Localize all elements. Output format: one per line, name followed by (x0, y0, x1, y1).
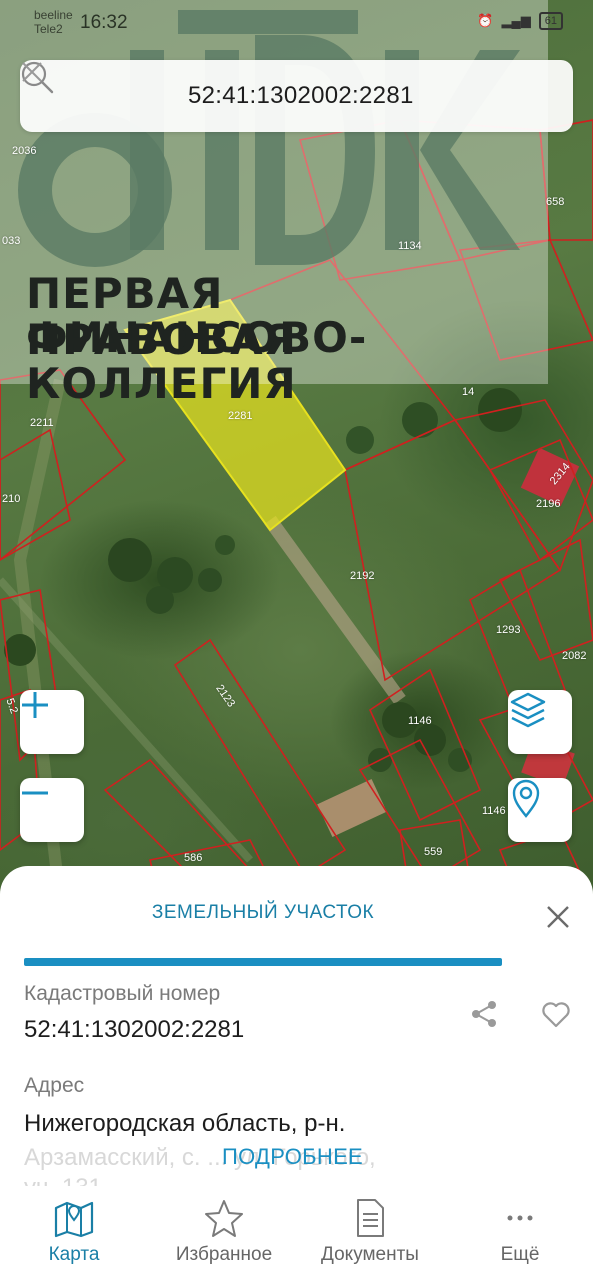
plot-label: 2082 (562, 650, 587, 662)
clock: 16:32 (80, 12, 128, 33)
nav-label: Документы (321, 1244, 419, 1265)
sheet-title: ЗЕМЕЛЬНЫЙ УЧАСТОК (151, 902, 375, 923)
battery-icon: 61 (538, 12, 563, 30)
plot-label: 658 (546, 196, 565, 208)
more-details-button[interactable]: ПОДРОБНЕЕ (222, 1144, 363, 1170)
search-input[interactable]: 52:41:1302002:2281 (188, 82, 414, 110)
location-pin-icon (512, 779, 540, 818)
heart-icon[interactable] (540, 998, 572, 1030)
share-icon[interactable] (468, 998, 500, 1030)
zoom-in-button[interactable] (20, 690, 84, 754)
layers-button[interactable] (508, 690, 572, 754)
plot-label: 1146 (482, 805, 506, 817)
plot-label: 210 (2, 493, 21, 505)
address-label: Адрес (24, 1074, 85, 1097)
carrier-1: beeline (34, 8, 73, 22)
nav-item-favorites[interactable]: Избранное (154, 1196, 294, 1266)
plot-label: 586 (184, 852, 203, 864)
plot-label: 2192 (350, 570, 375, 582)
layers-icon (510, 692, 546, 728)
address-line-3: уч. 131 (24, 1174, 102, 1186)
signal-icon: ▂▄▆ (501, 13, 531, 28)
cadastral-number-value: 52:41:1302002:2281 (24, 1016, 245, 1043)
plot-label: 559 (424, 846, 443, 858)
status-bar: beeline Tele2 16:32 ⏰ ▂▄▆ 61 (0, 0, 593, 44)
my-location-button[interactable] (508, 778, 572, 842)
plot-label: 2211 (30, 417, 54, 429)
close-icon[interactable] (20, 60, 44, 84)
plot-label: 1293 (496, 624, 521, 636)
details-sheet[interactable]: ЗЕМЕЛЬНЫЙ УЧАСТОК Кадастровый номер 52:4… (0, 866, 593, 1186)
plot-label: 2196 (536, 498, 561, 510)
map-icon (54, 1201, 94, 1238)
nav-label: Карта (48, 1244, 100, 1265)
status-icons: ⏰ ▂▄▆ 61 (477, 12, 563, 30)
close-icon[interactable] (545, 904, 571, 930)
search-bar[interactable]: 52:41:1302002:2281 (20, 60, 573, 132)
nav-label: Ещё (500, 1244, 540, 1265)
plot-label: 1146 (408, 715, 432, 727)
nav-item-map[interactable]: Карта (4, 1196, 144, 1266)
carrier-info: beeline Tele2 (34, 8, 73, 36)
address-line-1: Нижегородская область, р-н. (24, 1110, 346, 1137)
nav-item-documents[interactable]: Документы (300, 1196, 440, 1266)
plot-label: 033 (2, 235, 21, 247)
plus-icon (22, 692, 48, 718)
house-roof (317, 779, 387, 837)
plot-label: 2036 (12, 145, 37, 157)
map-view[interactable]: ПЕРВАЯ ФИНАНСОВО- ПРАВОВАЯ КОЛЛЕГИЯ 2036… (0, 0, 593, 900)
loading-progress-bar (24, 958, 502, 966)
star-icon (205, 1200, 243, 1237)
cadastral-number-label: Кадастровый номер (24, 982, 221, 1005)
plot-label-selected: 2281 (228, 410, 253, 422)
plot-label: 14 (462, 386, 475, 398)
tree (108, 538, 152, 582)
bottom-navigation: Карта Избранное Документы Ещё (0, 1186, 593, 1280)
nav-item-more[interactable]: Ещё (450, 1196, 590, 1266)
zoom-out-button[interactable] (20, 778, 84, 842)
plot-label: 1134 (398, 240, 422, 252)
alarm-icon: ⏰ (477, 13, 494, 28)
more-icon (507, 1215, 533, 1221)
watermark: ПЕРВАЯ ФИНАНСОВО- ПРАВОВАЯ КОЛЛЕГИЯ (0, 0, 548, 406)
nav-label: Избранное (175, 1244, 273, 1265)
document-icon (357, 1199, 384, 1237)
carrier-2: Tele2 (34, 22, 63, 36)
minus-icon (22, 791, 48, 795)
